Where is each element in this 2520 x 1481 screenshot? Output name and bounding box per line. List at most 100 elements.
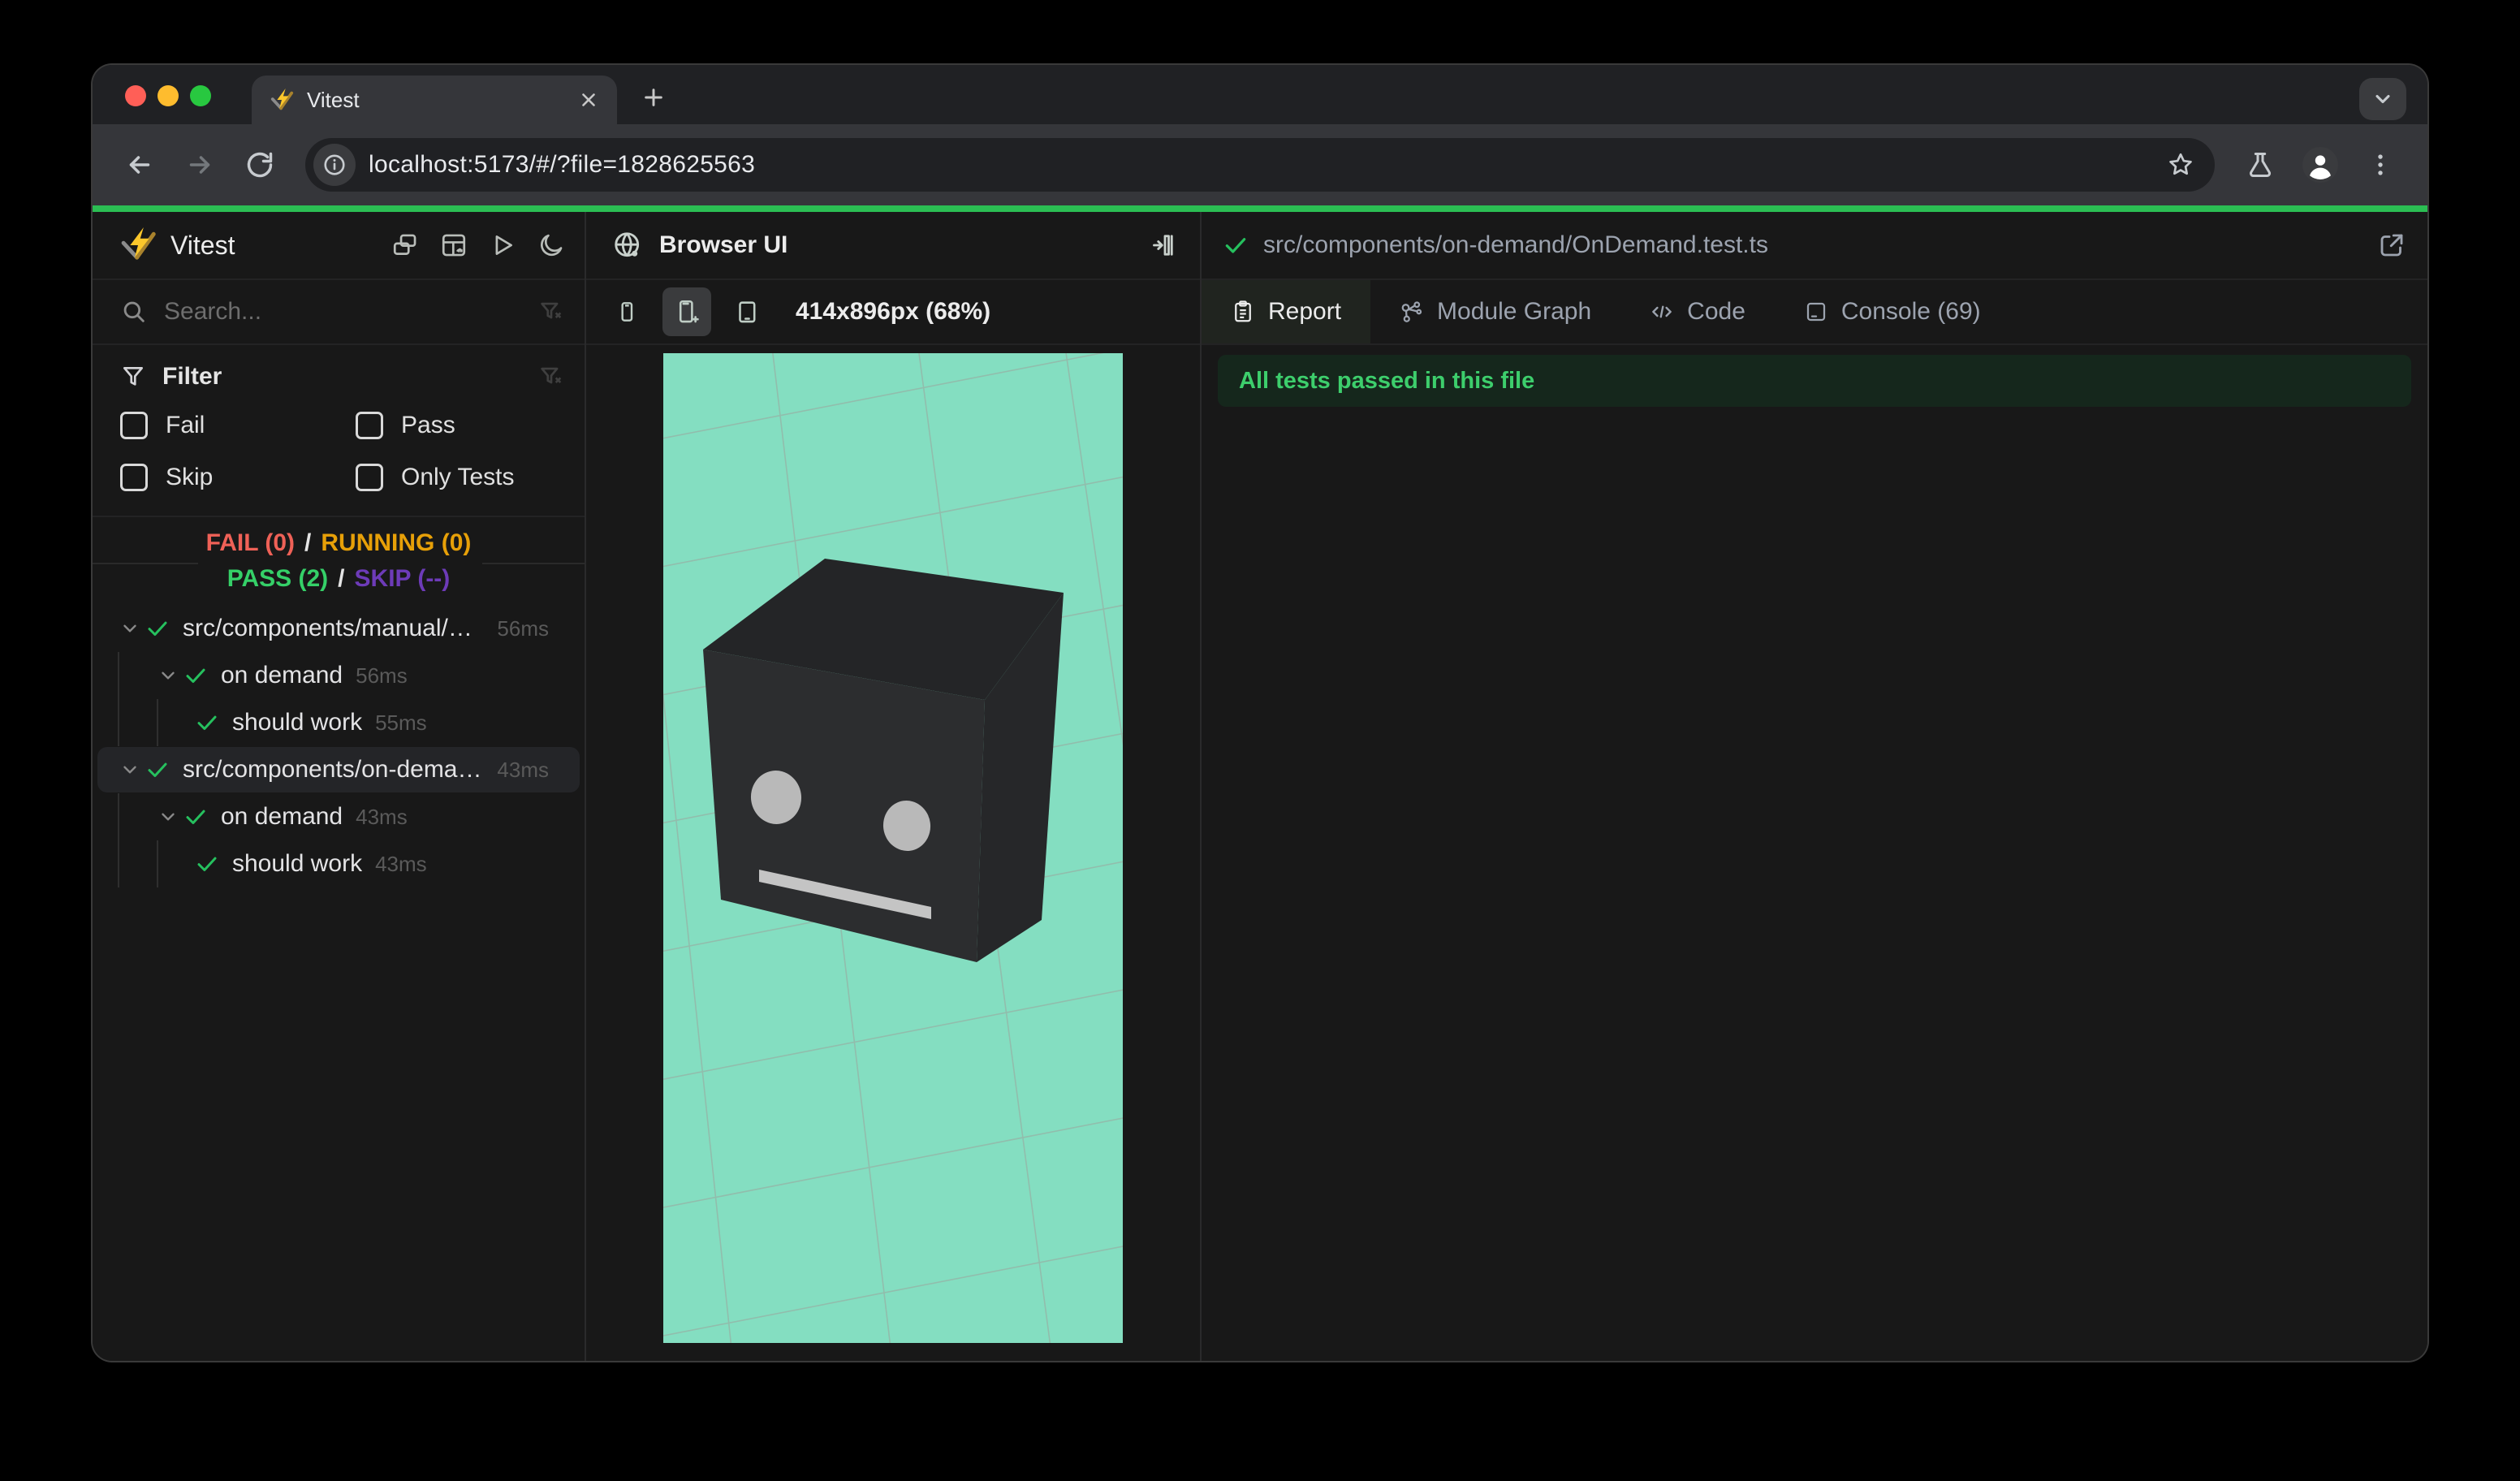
checkbox[interactable] <box>120 464 148 491</box>
phone-plus-icon[interactable] <box>662 287 711 336</box>
test-file-path: src/components/on-demand/OnDemand.test.t… <box>1263 231 1768 258</box>
filter-option-only-tests[interactable]: Only Tests <box>356 464 565 491</box>
sidebar-header: Vitest <box>93 212 585 280</box>
close-window-button[interactable] <box>125 85 146 106</box>
duration-label: 55ms <box>375 710 427 735</box>
dock-panel-right-icon[interactable] <box>1148 231 1177 260</box>
tree-file-row[interactable]: src/components/manual/… 56ms <box>93 605 585 652</box>
duration-label: 56ms <box>497 615 549 641</box>
fail-count: FAIL (0) <box>205 529 296 556</box>
clipboard-icon <box>1231 300 1255 324</box>
browser-toolbar: localhost:5173/#/?file=1828625563 <box>93 124 2427 205</box>
run-all-icon[interactable] <box>489 231 516 259</box>
reload-icon[interactable] <box>234 139 286 191</box>
test-counters: FAIL (0) / RUNNING (0) PASS (2) / SKIP (… <box>93 517 585 597</box>
pass-check-icon <box>144 616 171 641</box>
file-pass-check-icon <box>1223 232 1249 258</box>
profile-avatar[interactable] <box>2294 139 2346 191</box>
back-icon[interactable] <box>114 139 166 191</box>
duration-label: 43ms <box>356 804 408 829</box>
tab-label: Code <box>1687 298 1745 325</box>
clear-filters-icon[interactable] <box>537 363 565 391</box>
chevron-down-icon[interactable] <box>154 806 182 827</box>
search-icon <box>120 298 148 326</box>
tab-console-69[interactable]: Console (69) <box>1775 280 2010 343</box>
browser-menu-icon[interactable] <box>2354 139 2406 191</box>
vitest-accent-bar <box>93 205 2427 212</box>
checkbox[interactable] <box>356 464 383 491</box>
experiments-flask-icon[interactable] <box>2234 139 2286 191</box>
tree-test-row[interactable]: should work 55ms <box>93 699 585 746</box>
tab-title: Vitest <box>307 87 360 112</box>
report-header: src/components/on-demand/OnDemand.test.t… <box>1202 212 2427 280</box>
test-tree: src/components/manual/… 56ms on demand 56ms… <box>93 605 585 1361</box>
bookmark-star-icon[interactable] <box>2158 142 2203 188</box>
chevron-down-icon[interactable] <box>116 759 144 780</box>
search-input[interactable]: Search... <box>164 298 521 326</box>
tree-file-row[interactable]: src/components/on-dema… 43ms <box>93 746 585 793</box>
tab-label: Report <box>1268 298 1342 325</box>
test-viewport-3d-scene[interactable] <box>663 353 1123 1343</box>
window-controls <box>125 85 211 106</box>
tree-item-label: on demand <box>221 803 343 830</box>
open-in-editor-icon[interactable] <box>2377 231 2406 260</box>
tab-module-graph[interactable]: Module Graph <box>1370 280 1620 343</box>
tree-item-label: should work <box>232 850 363 877</box>
collapse-panels-icon[interactable] <box>391 231 419 259</box>
pass-check-icon <box>144 758 171 782</box>
small-phone-icon[interactable] <box>602 287 651 336</box>
minimize-window-button[interactable] <box>158 85 179 106</box>
tab-strip: Vitest <box>93 65 2427 124</box>
tree-item-label: src/components/on-dema… <box>183 756 482 783</box>
tablet-icon[interactable] <box>723 287 771 336</box>
tree-item-label: src/components/manual/… <box>183 615 472 641</box>
dark-mode-moon-icon[interactable] <box>537 231 565 259</box>
globe-icon <box>612 230 643 261</box>
checkbox-label: Skip <box>166 464 214 490</box>
duration-label: 56ms <box>356 663 408 688</box>
vitest-favicon-icon <box>270 88 294 112</box>
close-tab-icon[interactable] <box>578 89 599 110</box>
report-tabs: Report Module Graph Code Console (69) <box>1202 280 2427 345</box>
new-tab-button[interactable] <box>635 79 672 116</box>
pass-count: PASS (2) <box>227 565 329 592</box>
site-info-icon[interactable] <box>313 144 356 186</box>
filter-section: Filter Fail Pass Skip Only Tests <box>93 345 585 517</box>
checkbox-label: Pass <box>401 412 455 438</box>
filter-option-pass[interactable]: Pass <box>356 412 565 439</box>
tab-code[interactable]: Code <box>1620 280 1775 343</box>
filter-options: Fail Pass Skip Only Tests <box>120 412 565 491</box>
checkbox[interactable] <box>120 412 148 439</box>
tree-test-row[interactable]: should work 43ms <box>93 840 585 887</box>
terminal-icon <box>1804 300 1828 324</box>
filter-option-fail[interactable]: Fail <box>120 412 356 439</box>
forward-icon[interactable] <box>174 139 226 191</box>
tab-label: Module Graph <box>1437 298 1592 325</box>
checkbox-label: Fail <box>166 412 205 438</box>
sidebar: Vitest Search... Filter Fail Pass Skip O… <box>93 212 586 1361</box>
pass-check-icon <box>182 805 209 829</box>
browser-tab[interactable]: Vitest <box>252 76 617 124</box>
tree-suite-row[interactable]: on demand 43ms <box>93 793 585 840</box>
filter-option-skip[interactable]: Skip <box>120 464 356 491</box>
pass-check-icon <box>193 710 221 735</box>
app-title: Vitest <box>170 230 235 260</box>
viewport-size-label: 414x896px (68%) <box>796 298 991 325</box>
address-bar[interactable]: localhost:5173/#/?file=1828625563 <box>305 138 2215 192</box>
browser-window: Vitest localhost:5173/#/?file=1828625563 <box>93 65 2427 1361</box>
device-toolbar: 414x896px (68%) <box>586 280 1200 345</box>
chevron-down-icon[interactable] <box>154 665 182 686</box>
browser-ui-title: Browser UI <box>659 231 788 258</box>
tree-item-label: on demand <box>221 662 343 689</box>
clear-search-filter-icon[interactable] <box>537 298 565 326</box>
all-tests-passed-banner: All tests passed in this file <box>1218 355 2411 407</box>
tab-report[interactable]: Report <box>1202 280 1371 343</box>
chevron-down-icon[interactable] <box>116 618 144 639</box>
checkbox[interactable] <box>356 412 383 439</box>
url-text[interactable]: localhost:5173/#/?file=1828625563 <box>369 151 2145 179</box>
tree-suite-row[interactable]: on demand 56ms <box>93 652 585 699</box>
tab-search-button[interactable] <box>2359 78 2406 120</box>
search-row: Search... <box>93 280 585 345</box>
maximize-window-button[interactable] <box>190 85 211 106</box>
dashboard-icon[interactable] <box>440 231 468 259</box>
